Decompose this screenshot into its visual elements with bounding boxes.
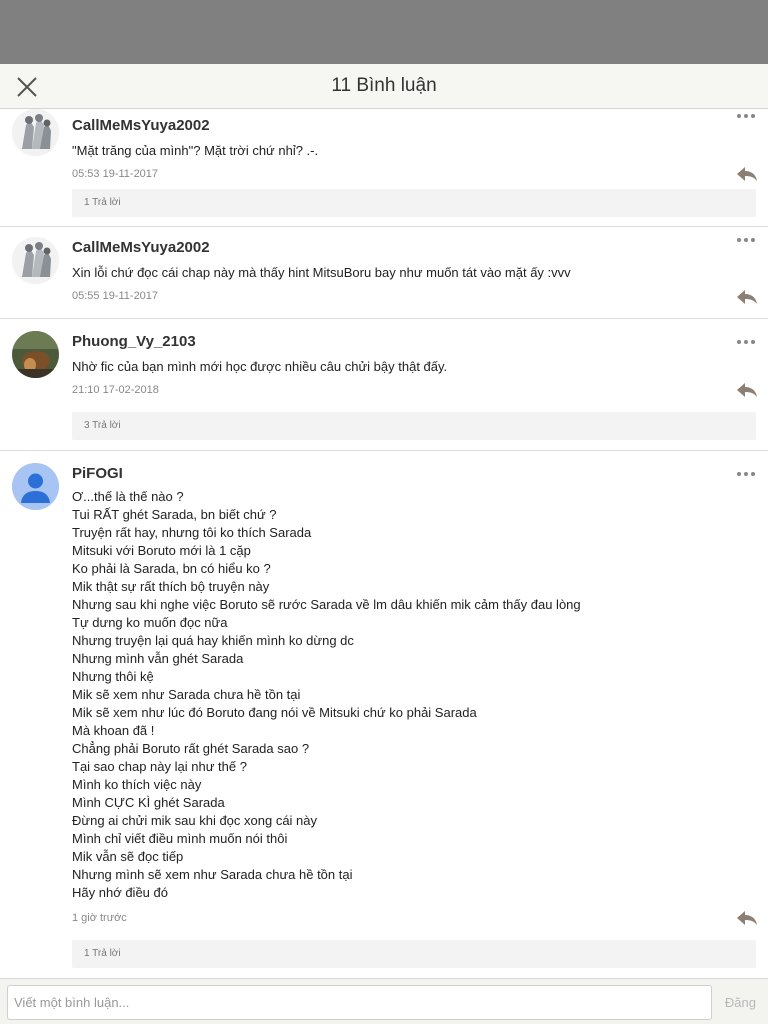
avatar[interactable]: [12, 463, 59, 510]
more-options-button[interactable]: [736, 465, 756, 476]
photo-image: [12, 331, 59, 378]
dimmed-background: [0, 0, 768, 64]
page-title: 11 Bình luận: [331, 75, 437, 96]
manga-figures-image: [12, 237, 59, 284]
manga-figures-image: [12, 109, 59, 156]
comment-author[interactable]: PiFOGI: [72, 465, 123, 482]
more-dots-icon: [737, 472, 755, 476]
post-button[interactable]: Đăng: [725, 985, 756, 1020]
reply-arrow-icon: [737, 911, 757, 925]
reply-arrow-icon: [737, 383, 757, 397]
avatar[interactable]: [12, 331, 59, 378]
avatar[interactable]: [12, 237, 59, 284]
comment-text: Ơ...thế là thế nào ? Tui RẤT ghét Sarada…: [72, 489, 581, 900]
comment-time: 05:53 19-11-2017: [72, 168, 159, 180]
reply-button[interactable]: [736, 288, 758, 306]
view-replies-button[interactable]: 3 Trả lời: [72, 412, 756, 440]
comment-text: "Mặt trăng của mình"? Mặt trời chứ nhỉ? …: [72, 143, 319, 158]
comment-author[interactable]: CallMeMsYuya2002: [72, 239, 210, 256]
more-dots-icon: [737, 238, 755, 242]
comment-item: CallMeMsYuya2002 "Mặt trăng của mình"? M…: [0, 109, 768, 227]
comment-author[interactable]: CallMeMsYuya2002: [72, 117, 210, 134]
comment-item: PiFOGI Ơ...thế là thế nào ? Tui RẤT ghét…: [0, 451, 768, 978]
reply-arrow-icon: [737, 167, 757, 181]
more-dots-icon: [737, 114, 755, 118]
comment-item: CallMeMsYuya2002 Xin lỗi chứ đọc cái cha…: [0, 227, 768, 319]
more-options-button[interactable]: [736, 333, 756, 344]
view-replies-button[interactable]: 1 Trả lời: [72, 189, 756, 217]
comment-time: 05:55 19-11-2017: [72, 290, 159, 302]
more-options-button[interactable]: [736, 109, 756, 118]
more-options-button[interactable]: [736, 231, 756, 242]
default-user-icon: [12, 463, 59, 510]
reply-button[interactable]: [736, 165, 758, 183]
view-replies-button[interactable]: 1 Trả lời: [72, 940, 756, 968]
comment-time: 1 giờ trước: [72, 912, 127, 924]
comments-header: 11 Bình luận: [0, 64, 768, 109]
comment-text: Nhờ fic của bạn mình mới học được nhiều …: [72, 359, 448, 374]
comment-item: Phuong_Vy_2103 Nhờ fic của bạn mình mới …: [0, 319, 768, 451]
comment-input[interactable]: [7, 985, 712, 1020]
reply-arrow-icon: [737, 290, 757, 304]
comment-time: 21:10 17-02-2018: [72, 384, 159, 396]
avatar[interactable]: [12, 109, 59, 156]
comment-composer: Đăng: [0, 978, 768, 1024]
comment-author[interactable]: Phuong_Vy_2103: [72, 333, 196, 350]
reply-button[interactable]: [736, 381, 758, 399]
comment-list: CallMeMsYuya2002 "Mặt trăng của mình"? M…: [0, 109, 768, 978]
more-dots-icon: [737, 340, 755, 344]
comment-text: Xin lỗi chứ đọc cái chap này mà thấy hin…: [72, 265, 571, 280]
reply-button[interactable]: [736, 909, 758, 927]
